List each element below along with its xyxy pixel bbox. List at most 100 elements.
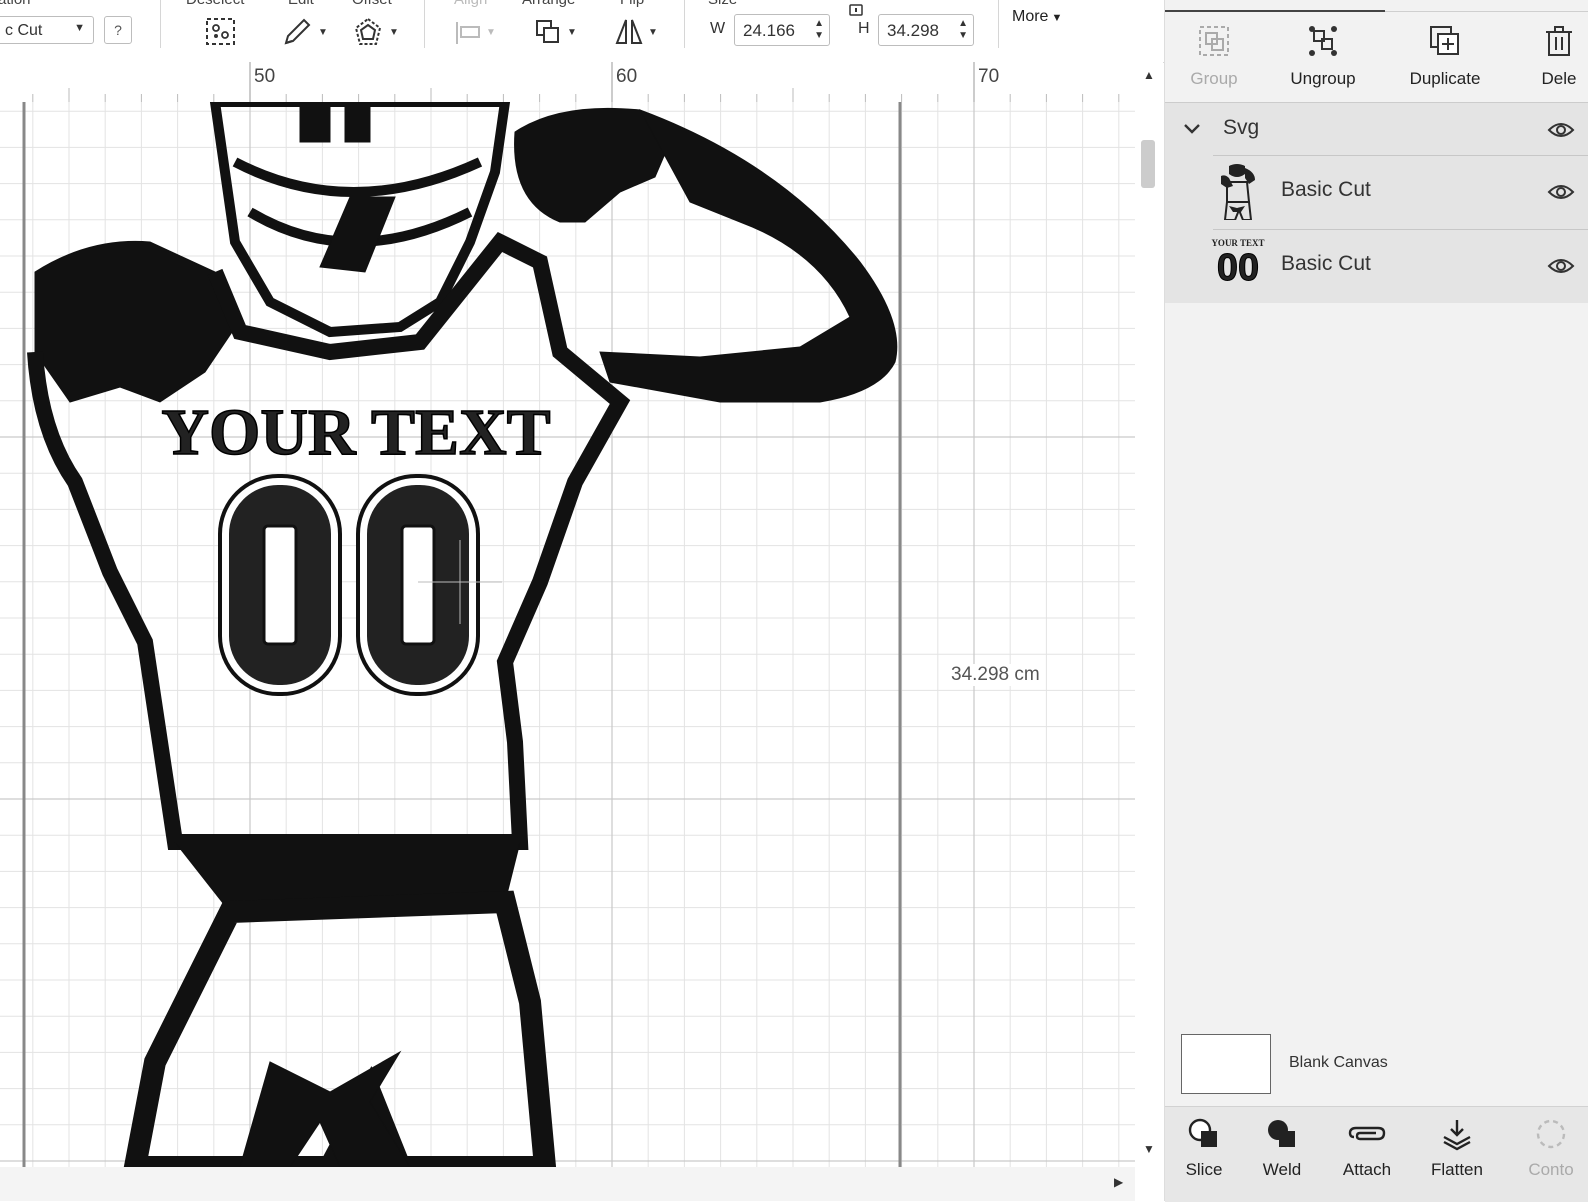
- flip-icon[interactable]: [614, 16, 644, 48]
- flatten-button[interactable]: Flatten: [1427, 1117, 1487, 1180]
- height-dimension-label: 34.298 cm: [951, 664, 1040, 686]
- height-value: 34.298: [887, 21, 939, 40]
- weld-icon: [1268, 1120, 1295, 1147]
- group-button[interactable]: Group: [1181, 24, 1247, 89]
- layers-list: Svg Basic Cut YOUR TEXT 00 Basic Cut: [1165, 102, 1588, 303]
- scroll-right-icon[interactable]: ▶: [1114, 1175, 1123, 1189]
- ruler-ticks: [32, 62, 1120, 102]
- size-caption: Size: [708, 0, 737, 8]
- caret-down-icon[interactable]: ▼: [486, 27, 496, 38]
- group-label: Group: [1190, 69, 1238, 88]
- attach-label: Attach: [1342, 1160, 1392, 1179]
- blank-canvas-swatch[interactable]: [1181, 1034, 1271, 1094]
- ruler-mark-60: 60: [616, 66, 638, 87]
- width-value: 24.166: [743, 21, 795, 40]
- weld-button[interactable]: Weld: [1259, 1117, 1305, 1180]
- flatten-label: Flatten: [1431, 1160, 1483, 1179]
- width-input[interactable]: 24.166 ▲ ▼: [734, 14, 830, 46]
- attach-button[interactable]: Attach: [1339, 1117, 1395, 1180]
- thumb-number: 00: [1216, 247, 1260, 289]
- tab-divider: [1385, 11, 1588, 12]
- eye-icon[interactable]: [1547, 182, 1575, 202]
- divider: [160, 0, 161, 48]
- scroll-up-icon[interactable]: ▲: [1143, 68, 1155, 82]
- group-icon: [1199, 26, 1229, 56]
- scroll-thumb[interactable]: [1141, 140, 1155, 188]
- eye-icon[interactable]: [1547, 256, 1575, 276]
- edit-pencil-icon[interactable]: [282, 16, 312, 48]
- lock-icon[interactable]: [846, 0, 866, 16]
- caret-down-icon[interactable]: ▼: [389, 27, 399, 38]
- arrange-caption: Arrange: [522, 0, 575, 8]
- operation-value: c Cut: [5, 22, 43, 39]
- arrange-icon[interactable]: [534, 16, 564, 48]
- bottom-action-bar: Slice Weld Attach Flatten Conto: [1165, 1106, 1588, 1202]
- delete-button[interactable]: Dele: [1529, 24, 1588, 89]
- flatten-icon: [1443, 1120, 1471, 1151]
- divider: [998, 0, 999, 48]
- duplicate-button[interactable]: Duplicate: [1405, 24, 1485, 89]
- duplicate-icon: [1430, 26, 1459, 55]
- caret-down-icon: ▼: [1048, 12, 1063, 24]
- width-label: W: [710, 20, 726, 37]
- ungroup-button[interactable]: Ungroup: [1283, 24, 1363, 89]
- ungroup-label: Ungroup: [1290, 69, 1356, 88]
- stepper-icon[interactable]: ▲ ▼: [814, 18, 824, 42]
- deselect-icon[interactable]: [204, 16, 238, 48]
- caret-down-icon[interactable]: ▼: [567, 27, 577, 38]
- active-tab-indicator: [1165, 10, 1385, 12]
- layer-item[interactable]: YOUR TEXT 00 Basic Cut: [1165, 230, 1588, 302]
- deselect-caption: Deselect: [186, 0, 244, 8]
- design-canvas[interactable]: YOUR TEXT 34.298 cm: [0, 102, 1135, 1167]
- flip-caption: Flip: [620, 0, 644, 8]
- height-input[interactable]: 34.298 ▲ ▼: [878, 14, 974, 46]
- slice-icon: [1188, 1118, 1217, 1147]
- operation-caption: ation: [0, 0, 31, 8]
- align-icon[interactable]: [454, 16, 484, 48]
- top-toolbar: ation c Cut ▼ ? Deselect Edit ▼ Offset ▼…: [0, 0, 1168, 63]
- player-thumbnail: [1221, 164, 1255, 220]
- jersey-text: YOUR TEXT: [161, 396, 550, 469]
- football-player-artwork[interactable]: YOUR TEXT: [0, 102, 1135, 1167]
- eye-icon[interactable]: [1547, 120, 1575, 140]
- layer-name: Basic Cut: [1281, 252, 1371, 275]
- layer-group-svg[interactable]: Svg: [1165, 103, 1588, 155]
- caret-down-icon[interactable]: ▼: [318, 27, 328, 38]
- attach-icon: [1348, 1126, 1386, 1141]
- chevron-down-icon[interactable]: [1183, 123, 1201, 135]
- chevron-down-icon: ▼: [74, 22, 85, 34]
- scroll-down-icon[interactable]: ▼: [1143, 1142, 1155, 1156]
- ruler-mark-50: 50: [254, 66, 276, 87]
- height-label: H: [858, 20, 870, 37]
- offset-caption: Offset: [352, 0, 392, 8]
- operation-select[interactable]: c Cut ▼: [0, 16, 94, 44]
- help-button[interactable]: ?: [104, 16, 132, 44]
- layers-panel: Group Ungroup Duplicate Dele Svg Basic C…: [1164, 0, 1588, 1202]
- layer-name: Basic Cut: [1281, 178, 1371, 201]
- layer-group-name: Svg: [1223, 116, 1260, 139]
- more-label: More: [1012, 8, 1049, 25]
- delete-icon: [1546, 26, 1572, 56]
- slice-button[interactable]: Slice: [1181, 1117, 1227, 1180]
- duplicate-label: Duplicate: [1409, 69, 1481, 88]
- jersey-number: [218, 474, 480, 696]
- caret-down-icon[interactable]: ▼: [648, 27, 658, 38]
- contour-label: Conto: [1528, 1160, 1574, 1179]
- slice-label: Slice: [1185, 1160, 1223, 1179]
- vertical-scrollbar[interactable]: ▲ ▼: [1135, 62, 1163, 1167]
- weld-label: Weld: [1262, 1160, 1302, 1179]
- delete-label: Dele: [1541, 69, 1577, 88]
- stepper-icon[interactable]: ▲ ▼: [958, 18, 968, 42]
- ungroup-icon: [1309, 26, 1337, 56]
- horizontal-scrollbar[interactable]: ▶: [0, 1167, 1135, 1201]
- text-number-thumbnail: YOUR TEXT 00: [1211, 238, 1265, 294]
- layer-item[interactable]: Basic Cut: [1165, 156, 1588, 228]
- edit-caption: Edit: [288, 0, 314, 8]
- horizontal-ruler: 50 60 70: [0, 62, 1135, 103]
- divider: [424, 0, 425, 48]
- more-button[interactable]: More ▼: [1012, 8, 1062, 26]
- blank-canvas-label: Blank Canvas: [1289, 1054, 1388, 1071]
- offset-icon[interactable]: [352, 16, 384, 48]
- contour-icon: [1536, 1119, 1566, 1149]
- contour-button[interactable]: Conto: [1523, 1117, 1579, 1180]
